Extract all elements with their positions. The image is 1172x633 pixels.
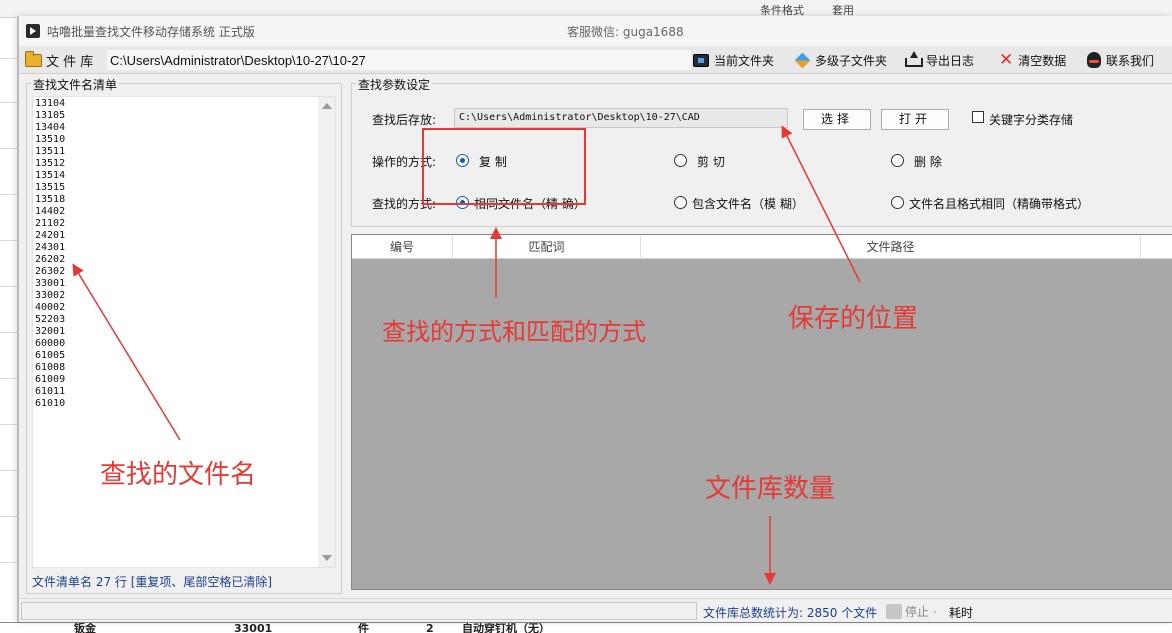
list-item[interactable]: 21102 bbox=[35, 218, 65, 230]
annotation-filenames: 查找的文件名 bbox=[100, 460, 257, 490]
list-item[interactable]: 61005 bbox=[35, 350, 65, 362]
scroll-down-icon[interactable] bbox=[322, 555, 332, 561]
list-item[interactable]: 13104 bbox=[35, 98, 65, 110]
app-icon bbox=[26, 24, 40, 38]
annotation-library-count: 文件库数量 bbox=[705, 474, 836, 504]
list-item[interactable]: 61011 bbox=[35, 386, 65, 398]
list-item[interactable]: 13511 bbox=[35, 146, 65, 158]
status-bar: 文件库总数统计为: 2850 个文件 停止 · 耗时 bbox=[19, 598, 1172, 622]
cube-icon bbox=[794, 52, 811, 68]
multi-subfolder-button[interactable]: 多级子文件夹 bbox=[794, 50, 888, 70]
export-log-button[interactable]: 导出日志 bbox=[905, 50, 974, 70]
list-item[interactable]: 33002 bbox=[35, 290, 65, 302]
sheet-cell-material: 钣金 bbox=[74, 622, 96, 633]
search-fuzzy-radio[interactable] bbox=[674, 196, 687, 209]
search-fuzzy-label: 包含文件名（模 糊） bbox=[692, 197, 804, 211]
list-item[interactable]: 61008 bbox=[35, 362, 65, 374]
title-bar: 咕噜批量查找文件移动存储系统 正式版 客服微信: guga1688 bbox=[19, 16, 1172, 46]
filename-list[interactable]: 13104 13105 13404 13510 13511 13512 13514 13515… bbox=[32, 96, 336, 568]
status-message-field bbox=[21, 602, 697, 620]
library-path-input[interactable] bbox=[107, 50, 691, 70]
filename-list-title: 查找文件名清单 bbox=[31, 76, 120, 93]
search-exact-format-label: 文件名且格式相同（精确带格式） bbox=[909, 197, 1090, 211]
list-item[interactable]: 26202 bbox=[35, 254, 65, 266]
list-item[interactable]: 52203 bbox=[35, 314, 65, 326]
keyword-category-label: 关键字分类存储 bbox=[989, 113, 1074, 127]
background-sheet-row: 钣金 33001 件 2 自动穿钉机（无） bbox=[0, 622, 1172, 633]
stop-button[interactable]: 停止 · bbox=[886, 603, 937, 620]
annotation-save-location: 保存的位置 bbox=[788, 304, 919, 334]
operation-cut-radio[interactable] bbox=[674, 154, 687, 167]
operation-delete-label: 删 除 bbox=[914, 155, 942, 169]
open-folder-icon bbox=[25, 50, 42, 67]
list-item[interactable]: 14402 bbox=[35, 206, 65, 218]
grid-header: 编号 匹配词 文件路径 bbox=[352, 235, 1172, 259]
list-item[interactable]: 61010 bbox=[35, 398, 65, 410]
list-status: 文件清单名 27 行 [重复项、尾部空格已清除] bbox=[32, 575, 273, 589]
qq-penguin-icon bbox=[1087, 52, 1101, 68]
column-header-keyword[interactable]: 匹配词 bbox=[453, 235, 641, 259]
list-item[interactable]: 40002 bbox=[35, 302, 65, 314]
sheet-cell-qty: 2 bbox=[426, 622, 434, 633]
list-item[interactable]: 13512 bbox=[35, 158, 65, 170]
file-library-button[interactable]: 文 件 库 bbox=[25, 50, 93, 70]
column-header-number[interactable]: 编号 bbox=[352, 235, 453, 259]
scroll-up-icon[interactable] bbox=[322, 103, 332, 109]
search-params-title: 查找参数设定 bbox=[356, 76, 433, 93]
current-folder-button[interactable]: 当前文件夹 bbox=[693, 50, 774, 70]
clear-data-label: 清空数据 bbox=[1018, 53, 1067, 68]
save-path-label: 查找后存放: bbox=[372, 113, 437, 127]
list-item[interactable]: 60000 bbox=[35, 338, 65, 350]
window-title: 咕噜批量查找文件移动存储系统 正式版 bbox=[47, 25, 255, 39]
keyword-category-checkbox[interactable] bbox=[972, 111, 984, 123]
clear-data-button[interactable]: ✕ 清空数据 bbox=[999, 50, 1066, 70]
operation-cut-label: 剪 切 bbox=[697, 155, 725, 169]
list-item[interactable]: 13515 bbox=[35, 182, 65, 194]
stop-icon bbox=[886, 604, 902, 619]
sheet-cell-unit: 件 bbox=[358, 622, 369, 633]
current-folder-label: 当前文件夹 bbox=[714, 53, 775, 68]
operation-delete-radio[interactable] bbox=[891, 154, 904, 167]
column-header-filepath[interactable]: 文件路径 bbox=[641, 235, 1141, 259]
support-wechat: 客服微信: guga1688 bbox=[567, 25, 684, 39]
file-library-label: 文 件 库 bbox=[46, 54, 94, 70]
export-log-label: 导出日志 bbox=[926, 53, 975, 68]
annotation-method: 查找的方式和匹配的方式 bbox=[382, 318, 646, 346]
list-item[interactable]: 13404 bbox=[35, 122, 65, 134]
toolbar: 文 件 库 当前文件夹 多级子文件夹 导出日志 ✕ 清空数据 联系我们 bbox=[19, 46, 1172, 74]
contact-us-button[interactable]: 联系我们 bbox=[1087, 50, 1154, 70]
open-button[interactable]: 打开 bbox=[881, 109, 949, 130]
list-item[interactable]: 24201 bbox=[35, 230, 65, 242]
monitor-icon bbox=[693, 53, 709, 67]
method-highlight-box bbox=[422, 128, 586, 205]
export-icon bbox=[905, 51, 923, 68]
ribbon-conditional-format: 条件格式 bbox=[760, 4, 804, 17]
elapsed-time-label: 耗时 bbox=[949, 606, 974, 620]
list-item[interactable]: 13518 bbox=[35, 194, 65, 206]
ribbon-apply-style: 套用 bbox=[832, 4, 854, 17]
results-grid[interactable]: 编号 匹配词 文件路径 bbox=[351, 234, 1172, 590]
stop-label: 停止 · bbox=[905, 605, 937, 619]
background-row-gutter bbox=[0, 18, 18, 623]
list-item[interactable]: 61009 bbox=[35, 374, 65, 386]
list-item[interactable]: 33001 bbox=[35, 278, 65, 290]
save-path-field[interactable]: C:\Users\Administrator\Desktop\10-27\CAD bbox=[454, 108, 788, 128]
list-item[interactable]: 24301 bbox=[35, 242, 65, 254]
select-button[interactable]: 选择 bbox=[803, 109, 871, 130]
list-item[interactable]: 13105 bbox=[35, 110, 65, 122]
filename-list-items: 13104 13105 13404 13510 13511 13512 13514 13515… bbox=[35, 98, 65, 410]
library-count: 文件库总数统计为: 2850 个文件 bbox=[703, 606, 878, 620]
list-item[interactable]: 13510 bbox=[35, 134, 65, 146]
search-exact-format-radio[interactable] bbox=[891, 196, 904, 209]
list-item[interactable]: 32001 bbox=[35, 326, 65, 338]
list-item[interactable]: 26302 bbox=[35, 266, 65, 278]
list-item[interactable]: 13514 bbox=[35, 170, 65, 182]
list-scrollbar[interactable] bbox=[318, 97, 335, 567]
sheet-cell-desc: 自动穿钉机（无） bbox=[462, 622, 550, 633]
multi-subfolder-label: 多级子文件夹 bbox=[815, 53, 888, 68]
contact-us-label: 联系我们 bbox=[1106, 53, 1155, 68]
close-icon: ✕ bbox=[999, 50, 1014, 70]
sheet-cell-code: 33001 bbox=[234, 622, 273, 633]
filename-list-group: 查找文件名清单 13104 13105 13404 13510 13511 13512 13… bbox=[26, 76, 342, 594]
